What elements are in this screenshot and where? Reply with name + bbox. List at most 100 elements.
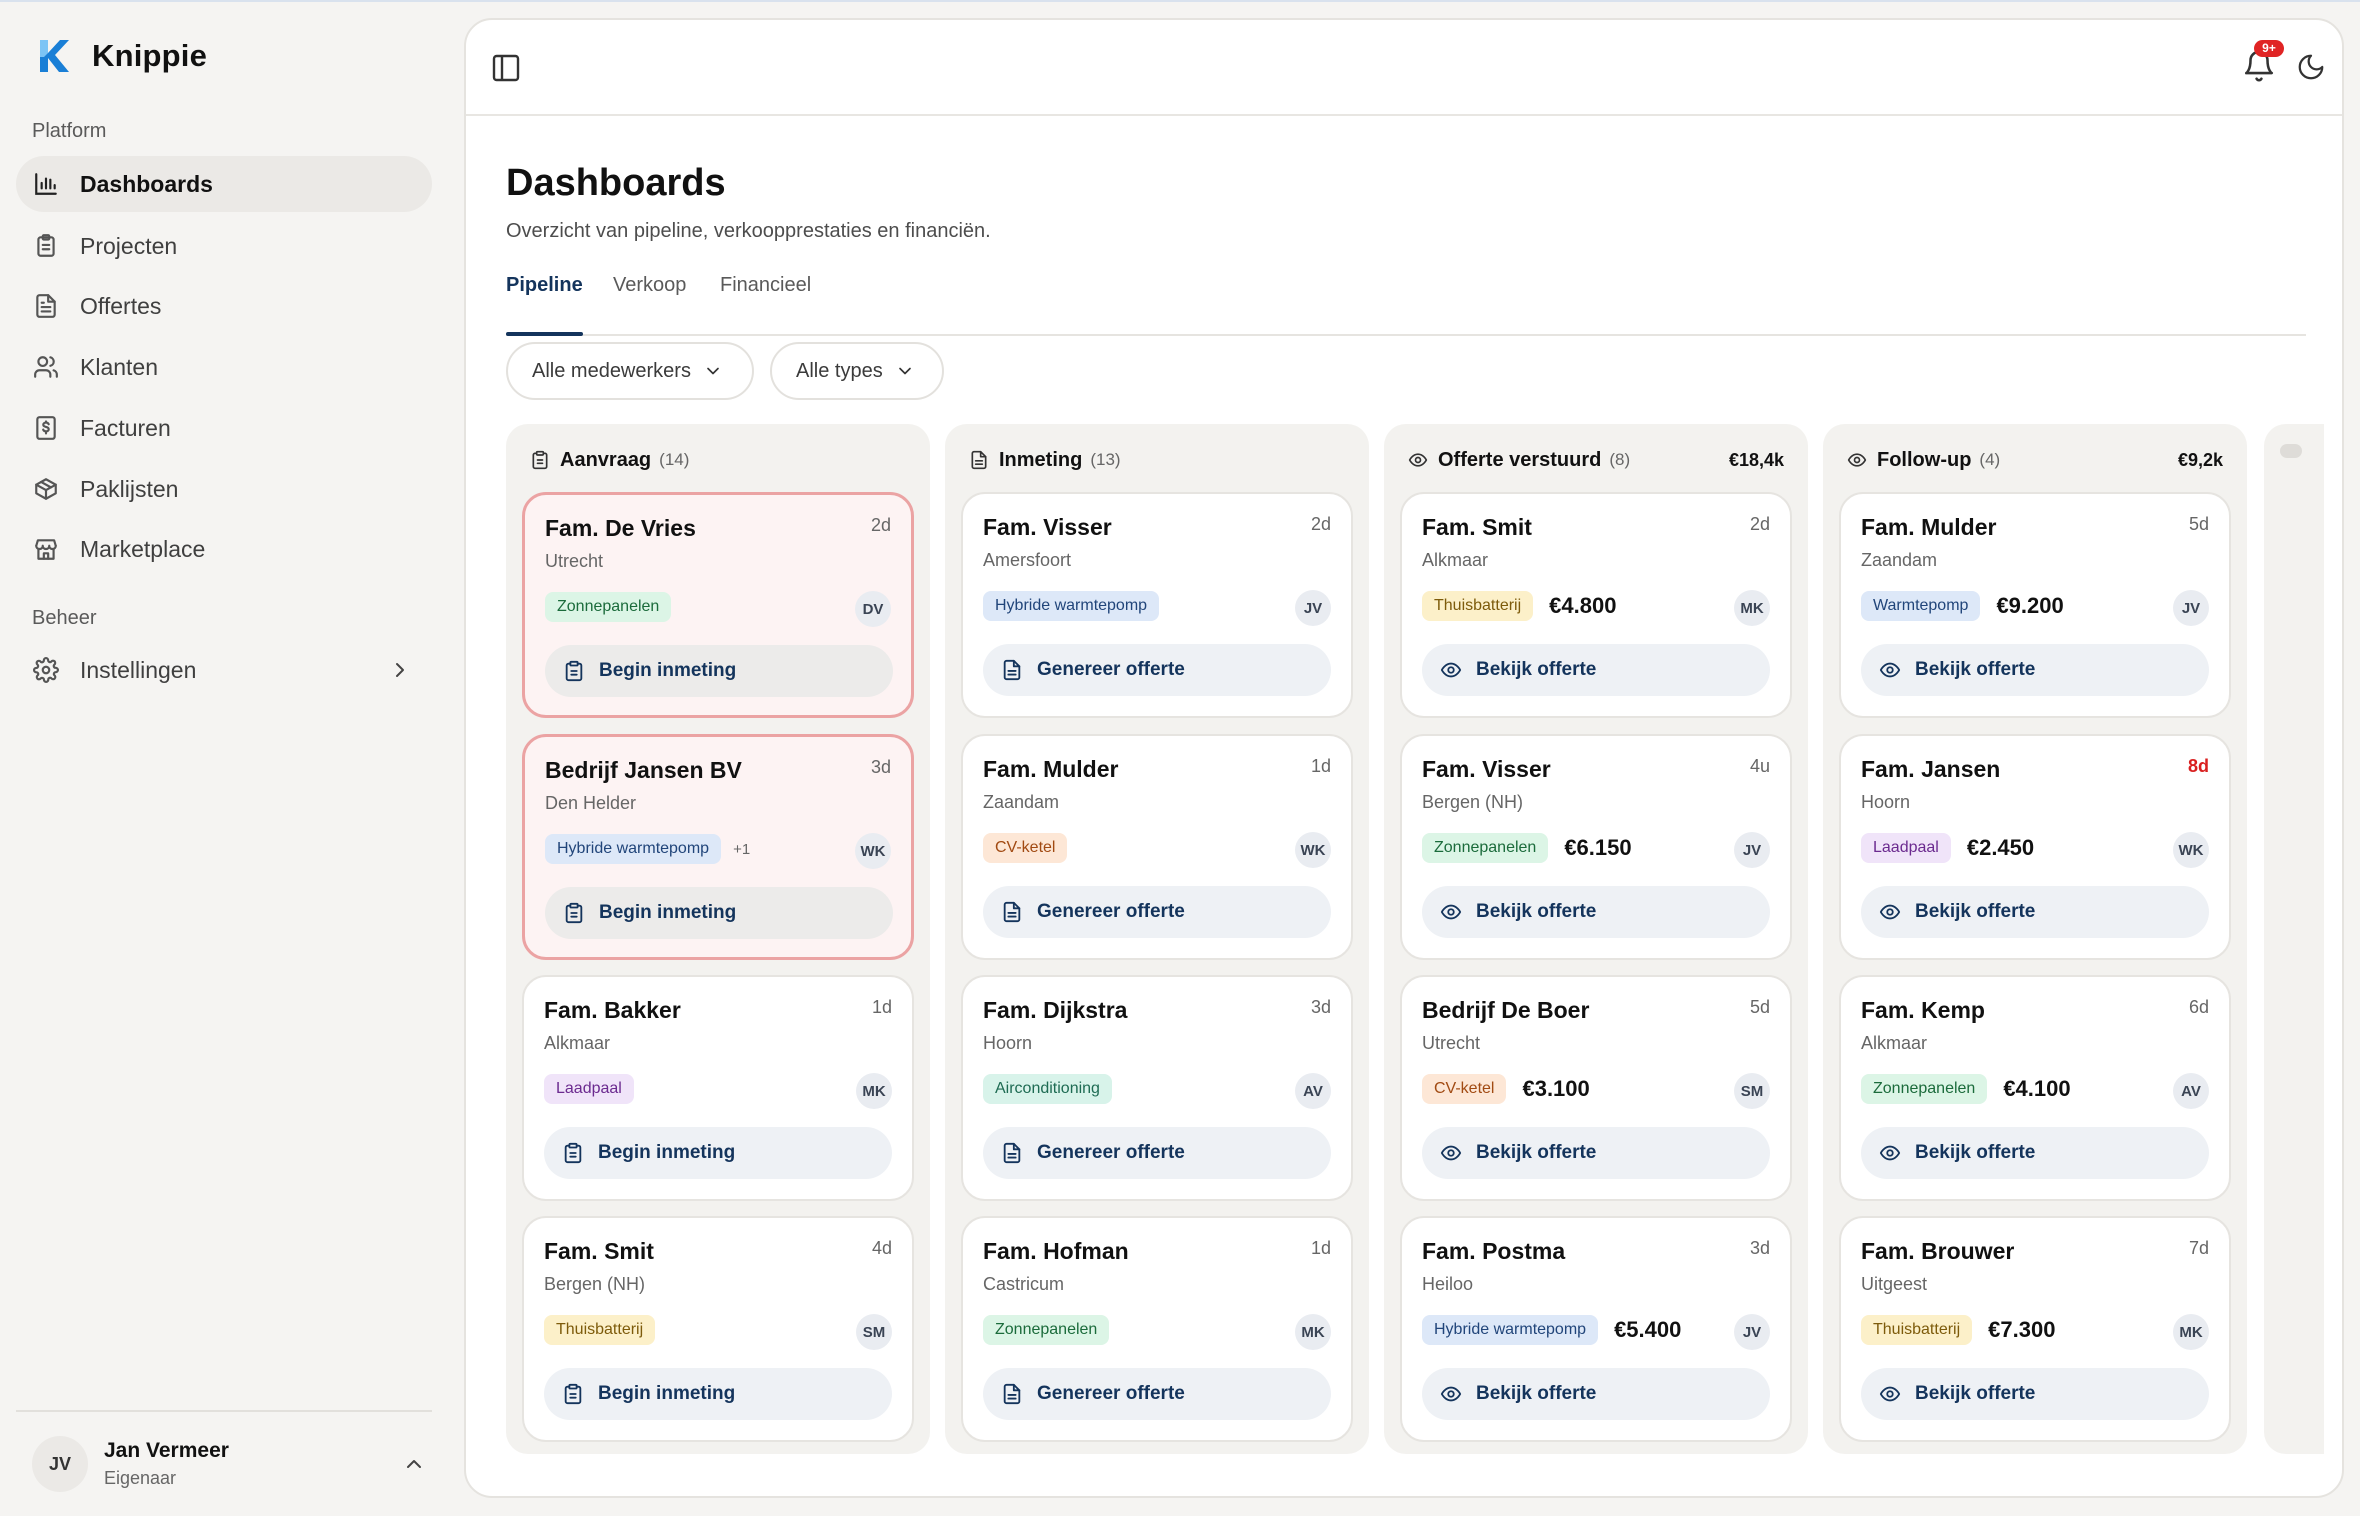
sidebar-item-projecten[interactable]: Projecten <box>16 218 432 274</box>
lead-age: 6d <box>2188 997 2209 1017</box>
lead-card[interactable]: Fam. Mulder 5d Zaandam Warmtepomp €9.200 JV Be… <box>1839 492 2231 718</box>
card-action-button[interactable]: Bekijk offerte <box>1861 1368 2209 1420</box>
card-action-button[interactable]: Genereer offerte <box>983 644 1331 696</box>
sidebar-item-facturen[interactable]: Facturen <box>16 400 432 456</box>
sidebar-toggle-icon[interactable] <box>490 52 522 84</box>
filter-types[interactable]: Alle types <box>770 342 944 400</box>
sidebar-item-label: Dashboards <box>80 170 213 197</box>
user-role: Eigenaar <box>104 1468 177 1488</box>
clipboard-icon <box>565 660 583 682</box>
card-action-button[interactable]: Bekijk offerte <box>1861 886 2209 938</box>
page-title: Dashboards <box>506 162 726 204</box>
lead-card[interactable]: Fam. Brouwer 7d Uitgeest Thuisbatterij €7.30… <box>1839 1216 2231 1442</box>
lead-age: 3d <box>870 757 891 777</box>
card-action-button[interactable]: Begin inmeting <box>544 1368 892 1420</box>
lead-card[interactable]: Fam. Dijkstra 3d Hoorn Airconditioning AV Gen… <box>961 975 1353 1201</box>
assignee-avatar: MK <box>1734 590 1770 626</box>
column-header: Follow-up (4) €9,2k <box>1847 444 2223 476</box>
product-tag: Zonnepanelen <box>1422 833 1549 863</box>
card-action-button[interactable]: Begin inmeting <box>544 1127 892 1179</box>
notification-badge: 9+ <box>2254 40 2284 57</box>
brand[interactable]: Knippie <box>36 36 207 76</box>
assignee-avatar: WK <box>1295 832 1331 868</box>
assignee-avatar: WK <box>2173 832 2209 868</box>
lead-card[interactable]: Fam. Visser 4u Bergen (NH) Zonnepanelen €6.1… <box>1400 734 1792 960</box>
card-action-button[interactable]: Bekijk offerte <box>1861 1127 2209 1179</box>
card-action-button[interactable]: Genereer offerte <box>983 1368 1331 1420</box>
lead-name: Fam. Mulder <box>983 756 1119 782</box>
product-tag: Laadpaal <box>1861 833 1951 863</box>
card-action-button[interactable]: Bekijk offerte <box>1422 1127 1770 1179</box>
eye-icon <box>1440 662 1462 678</box>
filter-medewerkers[interactable]: Alle medewerkers <box>506 342 754 400</box>
action-label: Bekijk offerte <box>1915 901 2036 922</box>
action-label: Begin inmeting <box>598 1142 736 1163</box>
card-action-button[interactable]: Begin inmeting <box>545 645 893 697</box>
avatar: JV <box>32 1436 88 1492</box>
chevron-down-icon <box>707 367 719 375</box>
sidebar-item-paklijsten[interactable]: Paklijsten <box>16 461 432 517</box>
lead-card[interactable]: Fam. Postma 3d Heiloo Hybride warmtepomp €5.… <box>1400 1216 1792 1442</box>
lead-meta: Zonnepanelen €4.100 <box>1861 1073 2071 1105</box>
sidebar-item-marketplace[interactable]: Marketplace <box>16 521 432 577</box>
product-tag: Zonnepanelen <box>983 1315 1110 1345</box>
lead-meta: Thuisbatterij €7.300 <box>1861 1314 2055 1346</box>
lead-name: Fam. Brouwer <box>1861 1238 2015 1264</box>
card-action-button[interactable]: Bekijk offerte <box>1861 644 2209 696</box>
lead-meta: CV-ketel €3.100 <box>1422 1073 1590 1105</box>
user-menu[interactable]: JV Jan Vermeer Eigenaar <box>32 1432 426 1496</box>
product-tag: Zonnepanelen <box>1861 1074 1988 1104</box>
lead-card[interactable]: Bedrijf Jansen BV 3d Den Helder Hybride war… <box>522 734 914 960</box>
lead-card[interactable]: Fam. Bakker 1d Alkmaar Laadpaal MK Begin inme… <box>522 975 914 1201</box>
card-action-button[interactable]: Bekijk offerte <box>1422 886 1770 938</box>
lead-meta: Warmtepomp €9.200 <box>1861 590 2064 622</box>
chevron-down-icon <box>898 367 911 375</box>
lead-card[interactable]: Fam. Jansen 8d Hoorn Laadpaal €2.450 WK Bekijk… <box>1839 734 2231 960</box>
column-title: Aanvraag <box>560 448 652 471</box>
clipboard-icon <box>564 1383 582 1405</box>
lead-card[interactable]: Fam. De Vries 2d Utrecht Zonnepanelen DV Begi… <box>522 492 914 718</box>
column-title: Follow-up <box>1877 448 1972 471</box>
lead-card[interactable]: Fam. Hofman 1d Castricum Zonnepanelen MK Gene… <box>961 1216 1353 1442</box>
lead-name: Fam. Hofman <box>983 1238 1129 1264</box>
lead-card[interactable]: Fam. Smit 2d Alkmaar Thuisbatterij €4.800 MK B… <box>1400 492 1792 718</box>
lead-city: Bergen (NH) <box>544 1274 646 1294</box>
column-count: (14) <box>659 450 690 469</box>
lead-card[interactable]: Fam. Visser 2d Amersfoort Hybride warmtepom… <box>961 492 1353 718</box>
sidebar-item-dashboards[interactable]: Dashboards <box>16 156 432 212</box>
column-header: Offerte verstuurd (8) €18,4k <box>1408 444 1784 476</box>
lead-card[interactable]: Fam. Mulder 1d Zaandam CV-ketel WK Genereer o… <box>961 734 1353 960</box>
action-label: Begin inmeting <box>599 902 737 923</box>
top-header: 9+ <box>466 20 2342 116</box>
action-label: Bekijk offerte <box>1915 1142 2036 1163</box>
bar-chart-icon <box>32 170 60 198</box>
product-tag: CV-ketel <box>983 833 1068 863</box>
sidebar-item-offertes[interactable]: Offertes <box>16 278 432 334</box>
card-action-button[interactable]: Bekijk offerte <box>1422 644 1770 696</box>
lead-card[interactable]: Fam. Kemp 6d Alkmaar Zonnepanelen €4.100 AV Be… <box>1839 975 2231 1201</box>
sidebar-item-label: Facturen <box>80 414 171 441</box>
lead-meta: Zonnepanelen €6.150 <box>1422 832 1632 864</box>
lead-card[interactable]: Bedrijf De Boer 5d Utrecht CV-ketel €3.100 SM… <box>1400 975 1792 1201</box>
assignee-avatar: MK <box>2173 1314 2209 1350</box>
tab-pipeline[interactable]: Pipeline <box>506 270 583 336</box>
card-action-button[interactable]: Genereer offerte <box>983 886 1331 938</box>
lead-meta: Hybride warmtepomp €5.400 <box>1422 1314 1681 1346</box>
lead-name: Fam. Postma <box>1422 1238 1566 1264</box>
lead-age: 4d <box>871 1238 892 1258</box>
sidebar-item-instellingen[interactable]: Instellingen <box>16 642 432 698</box>
tab-verkoop[interactable]: Verkoop <box>613 270 686 334</box>
lead-age: 1d <box>1310 1238 1331 1258</box>
product-tag: Warmtepomp <box>1861 591 1981 621</box>
app-name: Knippie <box>92 38 208 73</box>
assignee-avatar: JV <box>1734 832 1770 868</box>
sidebar-item-klanten[interactable]: Klanten <box>16 339 432 395</box>
lead-card[interactable]: Fam. Smit 4d Bergen (NH) Thuisbatterij SM Beg… <box>522 1216 914 1442</box>
card-action-button[interactable]: Begin inmeting <box>545 887 893 939</box>
card-action-button[interactable]: Bekijk offerte <box>1422 1368 1770 1420</box>
assignee-avatar: MK <box>856 1073 892 1109</box>
column-offerte-verstuurd: Offerte verstuurd (8) €18,4k Fam. Smit 2d Alk… <box>1384 424 1808 1454</box>
card-action-button[interactable]: Genereer offerte <box>983 1127 1331 1179</box>
tab-financieel[interactable]: Financieel <box>720 270 811 334</box>
moon-icon[interactable] <box>2296 52 2326 82</box>
